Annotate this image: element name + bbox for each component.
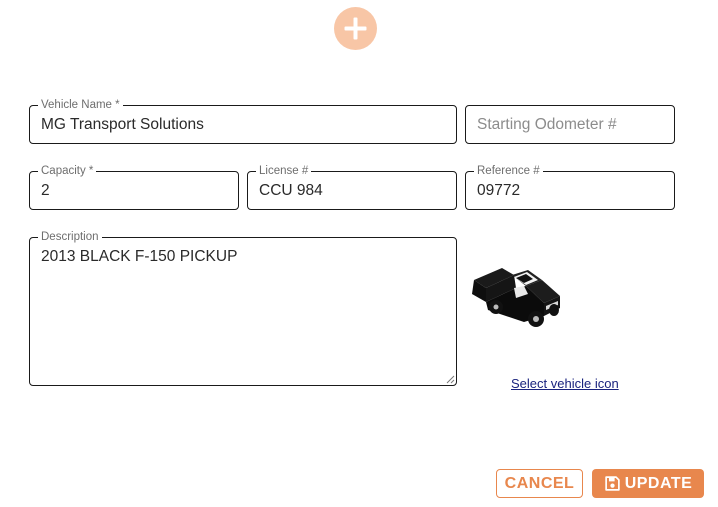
reference-label: Reference #: [474, 164, 543, 178]
vehicle-name-label: Vehicle Name *: [38, 98, 123, 112]
vehicle-form-page: Vehicle Name * MG Transport Solutions St…: [0, 0, 718, 507]
resize-handle-icon[interactable]: [446, 375, 455, 384]
vehicle-name-field[interactable]: Vehicle Name * MG Transport Solutions: [29, 98, 457, 144]
plus-icon: [344, 17, 367, 40]
starting-odometer-placeholder: Starting Odometer #: [477, 116, 617, 133]
license-field[interactable]: License # CCU 984: [247, 164, 457, 210]
reference-field[interactable]: Reference # 09772: [465, 164, 675, 210]
capacity-label: Capacity *: [38, 164, 97, 178]
reference-value: 09772: [477, 182, 521, 199]
description-field[interactable]: Description 2013 BLACK F-150 PICKUP: [29, 230, 457, 386]
starting-odometer-field[interactable]: Starting Odometer #: [465, 105, 675, 144]
capacity-field[interactable]: Capacity * 2: [29, 164, 239, 210]
description-label: Description: [38, 230, 102, 244]
add-button[interactable]: [334, 7, 377, 50]
select-vehicle-icon-link[interactable]: Select vehicle icon: [511, 376, 619, 392]
description-value: 2013 BLACK F-150 PICKUP: [41, 248, 238, 265]
vehicle-name-value: MG Transport Solutions: [41, 116, 204, 133]
license-label: License #: [256, 164, 312, 178]
cancel-button-label: CANCEL: [504, 474, 575, 492]
save-icon: [604, 476, 620, 491]
update-button-label: UPDATE: [624, 474, 693, 492]
pickup-truck-icon[interactable]: [466, 258, 564, 332]
capacity-value: 2: [41, 182, 50, 199]
cancel-button[interactable]: CANCEL: [496, 469, 583, 498]
license-value: CCU 984: [259, 182, 323, 199]
update-button[interactable]: UPDATE: [592, 469, 704, 498]
